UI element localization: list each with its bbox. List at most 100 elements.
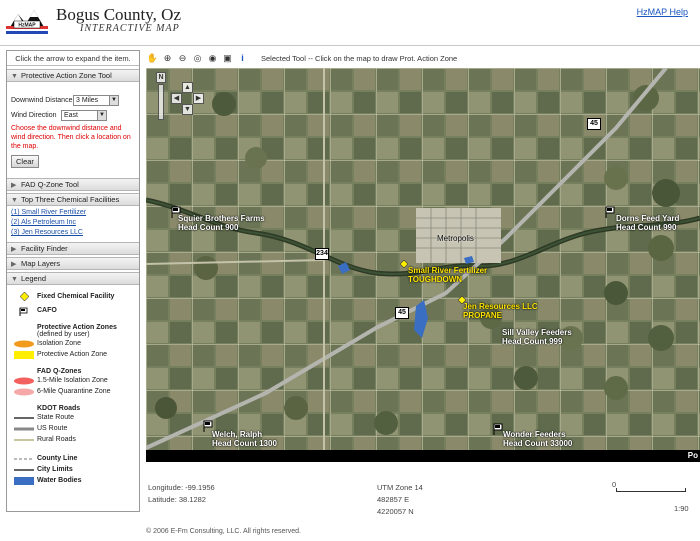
easting-readout: 482857 E: [377, 495, 410, 504]
cafo-head-count: Head Count 33000: [503, 439, 573, 448]
dropdown-arrow-icon[interactable]: ▼: [97, 110, 106, 120]
section-title: Protective Action Zone Tool: [21, 71, 112, 80]
panel-hint: Click the arrow to expand the item.: [7, 51, 139, 66]
clear-button[interactable]: Clear: [11, 155, 39, 168]
legend-pa-zones-sub: (defined by user): [37, 331, 90, 338]
legend: Fixed Chemical Facility CAFO Protective …: [7, 285, 139, 489]
cafo-flag-icon: [11, 306, 37, 316]
pan-hand-icon[interactable]: ✋: [146, 52, 159, 65]
map-bottom-strip: [146, 450, 700, 462]
utm-zone-readout: UTM Zone 14: [377, 483, 423, 492]
diamond-icon: [11, 292, 37, 301]
state-route-line-icon: [11, 415, 37, 421]
header-divider: [0, 45, 700, 46]
section-fad-tool[interactable]: ▶ FAD Q-Zone Tool: [7, 178, 139, 191]
chevron-down-icon[interactable]: ▼: [11, 195, 18, 207]
facility-chemical: PROPANE: [463, 311, 502, 320]
facility-link[interactable]: (2) Als Petroleum Inc: [11, 218, 135, 228]
legend-cafo: CAFO: [37, 307, 57, 314]
zoom-extent-icon[interactable]: ◎: [191, 52, 204, 65]
map-view[interactable]: N ▲ ◀ ▶ ▼ 45 234 45 Squier Brothers Farm…: [146, 68, 700, 462]
section-legend[interactable]: ▼ Legend: [7, 272, 139, 285]
map-edge-label: Po: [687, 451, 698, 460]
section-title: Facility Finder: [21, 244, 68, 253]
map-label-jen: Jen Resources LLC PROPANE: [463, 302, 538, 320]
fad-quarantine-swatch: [11, 388, 37, 396]
section-title: Legend: [21, 274, 47, 283]
map-nav-control: N ▲ ◀ ▶ ▼: [156, 72, 206, 136]
cafo-flag-icon[interactable]: [604, 206, 616, 218]
chevron-right-icon[interactable]: ▶: [11, 259, 16, 271]
pan-down-icon[interactable]: ▼: [182, 104, 193, 115]
chevron-right-icon[interactable]: ▶: [11, 244, 16, 256]
tool-status: Selected Tool -- Click on the map to dra…: [261, 53, 458, 63]
downwind-select[interactable]: 3 Miles ▼: [73, 94, 119, 106]
legend-state-route: State Route: [37, 414, 74, 421]
us-route-shield: 45: [395, 307, 409, 319]
pan-up-icon[interactable]: ▲: [182, 82, 193, 93]
legend-fixed-facility: Fixed Chemical Facility: [37, 293, 115, 300]
chevron-down-icon[interactable]: ▼: [11, 274, 18, 286]
zoom-out-icon[interactable]: ⊖: [176, 52, 189, 65]
city-limits-icon: [11, 467, 37, 473]
cafo-name: Sill Valley Feeders: [502, 328, 572, 337]
section-facility-finder[interactable]: ▶ Facility Finder: [7, 242, 139, 255]
side-panel: Click the arrow to expand the item. ▼ Pr…: [6, 50, 140, 512]
dropdown-arrow-icon[interactable]: ▼: [109, 95, 118, 105]
section-title: Top Three Chemical Facilities: [21, 195, 120, 204]
legend-fad-isolation: 1.5-Mile Isolation Zone: [37, 377, 108, 384]
map-label-sill: Sill Valley Feeders Head Count 999: [502, 328, 572, 346]
cafo-name: Squier Brothers Farms: [178, 214, 265, 223]
chevron-right-icon[interactable]: ▶: [11, 180, 16, 192]
zoom-in-icon[interactable]: ⊕: [161, 52, 174, 65]
app-subtitle: INTERACTIVE MAP: [80, 23, 180, 34]
section-pa-zone-tool[interactable]: ▼ Protective Action Zone Tool: [7, 69, 139, 82]
cafo-head-count: Head Count 990: [616, 223, 677, 232]
section-top-facilities[interactable]: ▼ Top Three Chemical Facilities: [7, 193, 139, 206]
help-link[interactable]: HzMAP Help: [637, 7, 688, 17]
info-icon[interactable]: i: [236, 52, 249, 65]
legend-rural-roads: Rural Roads: [37, 436, 76, 443]
legend-water-bodies: Water Bodies: [37, 477, 82, 484]
chemical-facility-icon[interactable]: [400, 260, 408, 268]
map-label-wonder: Wonder Feeders Head Count 33000: [503, 430, 572, 448]
water-bodies-swatch: [11, 476, 37, 485]
section-title: FAD Q-Zone Tool: [21, 180, 79, 189]
cafo-head-count: Head Count 1300: [212, 439, 277, 448]
map-label-welch: Welch, Ralph Head Count 1300: [212, 430, 277, 448]
identify-icon[interactable]: ◉: [206, 52, 219, 65]
aerial-image: [146, 68, 700, 462]
zoom-slider[interactable]: [158, 84, 164, 120]
fad-isolation-swatch: [11, 377, 37, 385]
scale-bar: [616, 488, 686, 492]
legend-kdot-title: KDOT Roads: [37, 405, 81, 412]
cafo-name: Wonder Feeders: [503, 430, 566, 439]
status-bar: Longitude: -99.1956 Latitude: 38.1282 UT…: [146, 478, 700, 518]
legend-us-route: US Route: [37, 425, 68, 432]
facility-link[interactable]: (3) Jen Resources LLC: [11, 228, 135, 238]
downwind-label: Downwind Distance: [11, 96, 73, 104]
us-route-shield: 45: [587, 118, 601, 130]
chevron-down-icon[interactable]: ▼: [11, 71, 18, 83]
full-extent-icon[interactable]: ▣: [221, 52, 234, 65]
hzmap-logo: HzMAP: [6, 10, 48, 34]
wind-direction-value: East: [64, 111, 79, 119]
legend-isolation-zone: Isolation Zone: [37, 340, 81, 347]
legend-fad-quarantine: 6-Mile Quarantine Zone: [37, 388, 111, 395]
cafo-name: Welch, Ralph: [212, 430, 263, 439]
state-route-shield: 234: [315, 248, 329, 260]
longitude-readout: Longitude: -99.1956: [148, 483, 215, 492]
latitude-readout: Latitude: 38.1282: [148, 495, 206, 504]
pa-zone-tool-body: Downwind Distance 3 Miles ▼ Wind Directi…: [7, 82, 139, 172]
logo-text: HzMAP: [18, 23, 36, 29]
facility-link[interactable]: (1) Small River Fertilizer: [11, 208, 135, 218]
wind-direction-select[interactable]: East ▼: [61, 109, 107, 121]
pan-right-icon[interactable]: ▶: [193, 93, 204, 104]
legend-city-limits: City Limits: [37, 466, 73, 473]
downwind-value: 3 Miles: [76, 96, 99, 104]
rural-road-line-icon: [11, 437, 37, 443]
pan-left-icon[interactable]: ◀: [171, 93, 182, 104]
legend-protective-zone: Protective Action Zone: [37, 351, 108, 358]
section-map-layers[interactable]: ▶ Map Layers: [7, 257, 139, 270]
cafo-head-count: Head Count 900: [178, 223, 239, 232]
